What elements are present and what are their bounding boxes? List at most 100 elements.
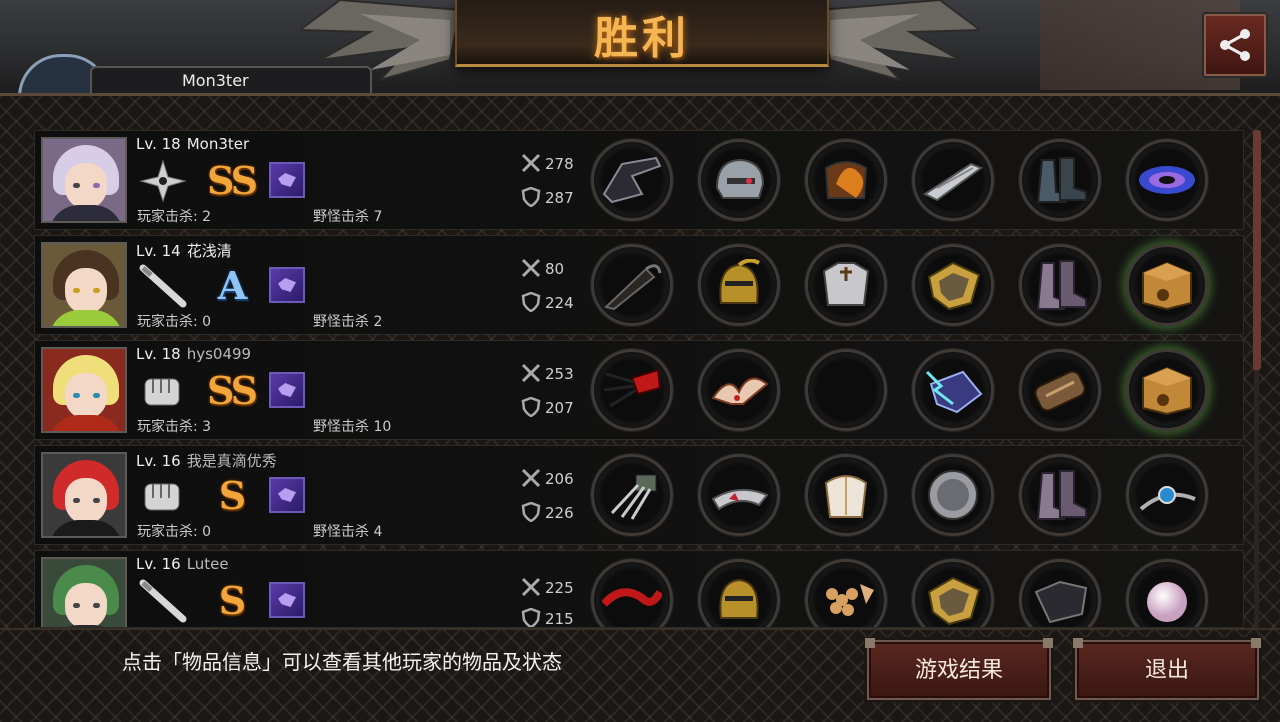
item-slot[interactable] xyxy=(698,454,780,536)
attack-stat: 206 xyxy=(521,468,574,488)
exit-button[interactable]: 退出 xyxy=(1073,638,1261,700)
item-slot[interactable] xyxy=(1126,559,1208,627)
player-name: 我是真滴优秀 xyxy=(186,452,277,470)
item-slot[interactable] xyxy=(912,139,994,221)
crossed-swords-icon xyxy=(521,577,541,597)
item-slot[interactable] xyxy=(1019,559,1101,627)
crossed-swords-icon xyxy=(521,468,541,488)
silver-tiara-icon xyxy=(711,488,769,511)
item-slot[interactable] xyxy=(1019,139,1101,221)
item-slot[interactable] xyxy=(698,244,780,326)
attack-stat: 278 xyxy=(521,153,574,173)
item-slot[interactable] xyxy=(591,244,673,326)
item-slot[interactable] xyxy=(591,349,673,431)
player-row[interactable]: Lv. 18 Mon3ter SS 玩家击杀: 2 野怪击杀 7 278 287 xyxy=(34,130,1244,230)
player-row[interactable]: Lv. 16 我是真滴优秀 S 玩家击杀: 0 野怪击杀 4 206 226 xyxy=(34,445,1244,545)
red-claw-glove-icon xyxy=(603,368,662,408)
item-slot[interactable] xyxy=(591,454,673,536)
umbrella-icon xyxy=(603,264,662,311)
item-slot[interactable] xyxy=(1126,139,1208,221)
player-avatar xyxy=(41,452,127,538)
item-slot[interactable] xyxy=(912,559,994,627)
item-slot[interactable] xyxy=(591,139,673,221)
gold-shield-icon xyxy=(927,576,981,626)
item-slot[interactable] xyxy=(1126,349,1208,431)
share-icon xyxy=(1220,29,1250,61)
player-level-name: Lv. 18 hys0499 xyxy=(136,345,252,363)
item-slot[interactable] xyxy=(912,244,994,326)
player-avatar xyxy=(41,557,127,627)
pearl-icon xyxy=(1147,582,1187,622)
player-level-name: Lv. 14 花浅清 xyxy=(136,242,232,260)
grade-badge: S xyxy=(218,473,246,518)
iron-claw-icon xyxy=(610,474,657,520)
bronze-gauntlet-icon xyxy=(1034,370,1086,412)
purple-boots-icon xyxy=(1036,260,1087,310)
shield-icon xyxy=(521,291,541,313)
player-avatar xyxy=(41,347,127,433)
item-slot[interactable] xyxy=(805,139,887,221)
player-kills: 玩家击杀: 2 xyxy=(137,209,212,225)
monster-kills: 野怪击杀 7 xyxy=(313,209,383,225)
item-slot[interactable] xyxy=(805,559,887,627)
player-name: Lutee xyxy=(186,555,229,573)
crossed-swords-icon xyxy=(521,153,541,173)
mystery-box-icon xyxy=(1142,366,1192,416)
scrollbar-thumb[interactable] xyxy=(1253,130,1261,370)
player-kills: 玩家击杀: 3 xyxy=(137,419,212,435)
gold-knight-helmet-icon xyxy=(719,578,759,619)
player-row[interactable]: Lv. 14 花浅清 A 玩家击杀: 0 野怪击杀 2 80 224 xyxy=(34,235,1244,335)
share-button[interactable] xyxy=(1202,12,1268,78)
lightning-gauntlet-icon xyxy=(925,370,983,414)
item-slot[interactable] xyxy=(1126,244,1208,326)
player-level-name: Lv. 18 Mon3ter xyxy=(136,135,250,153)
dark-boots-icon xyxy=(1034,580,1088,624)
monster-kills: 野怪击杀 2 xyxy=(313,314,383,330)
fist-icon xyxy=(144,483,180,511)
defense-stat: 207 xyxy=(521,396,574,418)
silver-chestplate-icon xyxy=(822,262,870,306)
red-chain-whip-icon xyxy=(602,588,662,607)
player-avatar xyxy=(41,137,127,223)
item-slot[interactable] xyxy=(1019,349,1101,431)
victory-title: 胜利 xyxy=(594,13,690,64)
crossed-swords-icon xyxy=(521,363,541,383)
item-slot[interactable] xyxy=(912,454,994,536)
item-slot[interactable] xyxy=(1019,244,1101,326)
player-row[interactable]: Lv. 18 hys0499 SS 玩家击杀: 3 野怪击杀 10 253 207 xyxy=(34,340,1244,440)
shield-icon xyxy=(521,501,541,523)
grade-badge: A xyxy=(217,263,247,308)
baseball-bat-icon xyxy=(139,264,187,308)
item-slot[interactable] xyxy=(805,349,887,431)
gold-shield-icon xyxy=(927,261,981,311)
player-name: hys0499 xyxy=(186,345,252,363)
item-slot[interactable] xyxy=(805,244,887,326)
shield-icon xyxy=(521,607,541,627)
crossed-swords-icon xyxy=(521,258,541,278)
defense-stat: 224 xyxy=(521,291,574,313)
purple-boots-icon xyxy=(1036,470,1087,520)
galaxy-orb-icon xyxy=(1139,166,1195,194)
item-slot[interactable] xyxy=(698,139,780,221)
game-result-button[interactable]: 游戏结果 xyxy=(865,638,1053,700)
shield-icon xyxy=(521,186,541,208)
skill-icon xyxy=(269,372,305,408)
defense-stat: 226 xyxy=(521,501,574,523)
item-slot[interactable] xyxy=(1019,454,1101,536)
item-slot[interactable] xyxy=(1126,454,1208,536)
item-slot[interactable] xyxy=(805,454,887,536)
grade-badge: S xyxy=(218,578,246,623)
item-slot[interactable] xyxy=(698,349,780,431)
baseball-bat-icon xyxy=(139,579,187,623)
defense-stat: 215 xyxy=(521,607,574,627)
gold-knight-helmet-icon xyxy=(719,259,761,304)
player-kills: 玩家击杀: 0 xyxy=(137,524,212,540)
player-name: 花浅清 xyxy=(186,242,232,260)
player-row[interactable]: Lv. 16 Lutee S 225 215 xyxy=(34,550,1244,628)
item-slot[interactable] xyxy=(591,559,673,627)
item-slot[interactable] xyxy=(698,559,780,627)
item-slot[interactable] xyxy=(912,349,994,431)
right-gun-wing-ornament xyxy=(820,0,980,82)
monster-kills: 野怪击杀 10 xyxy=(313,419,392,435)
attack-stat: 80 xyxy=(521,258,564,278)
